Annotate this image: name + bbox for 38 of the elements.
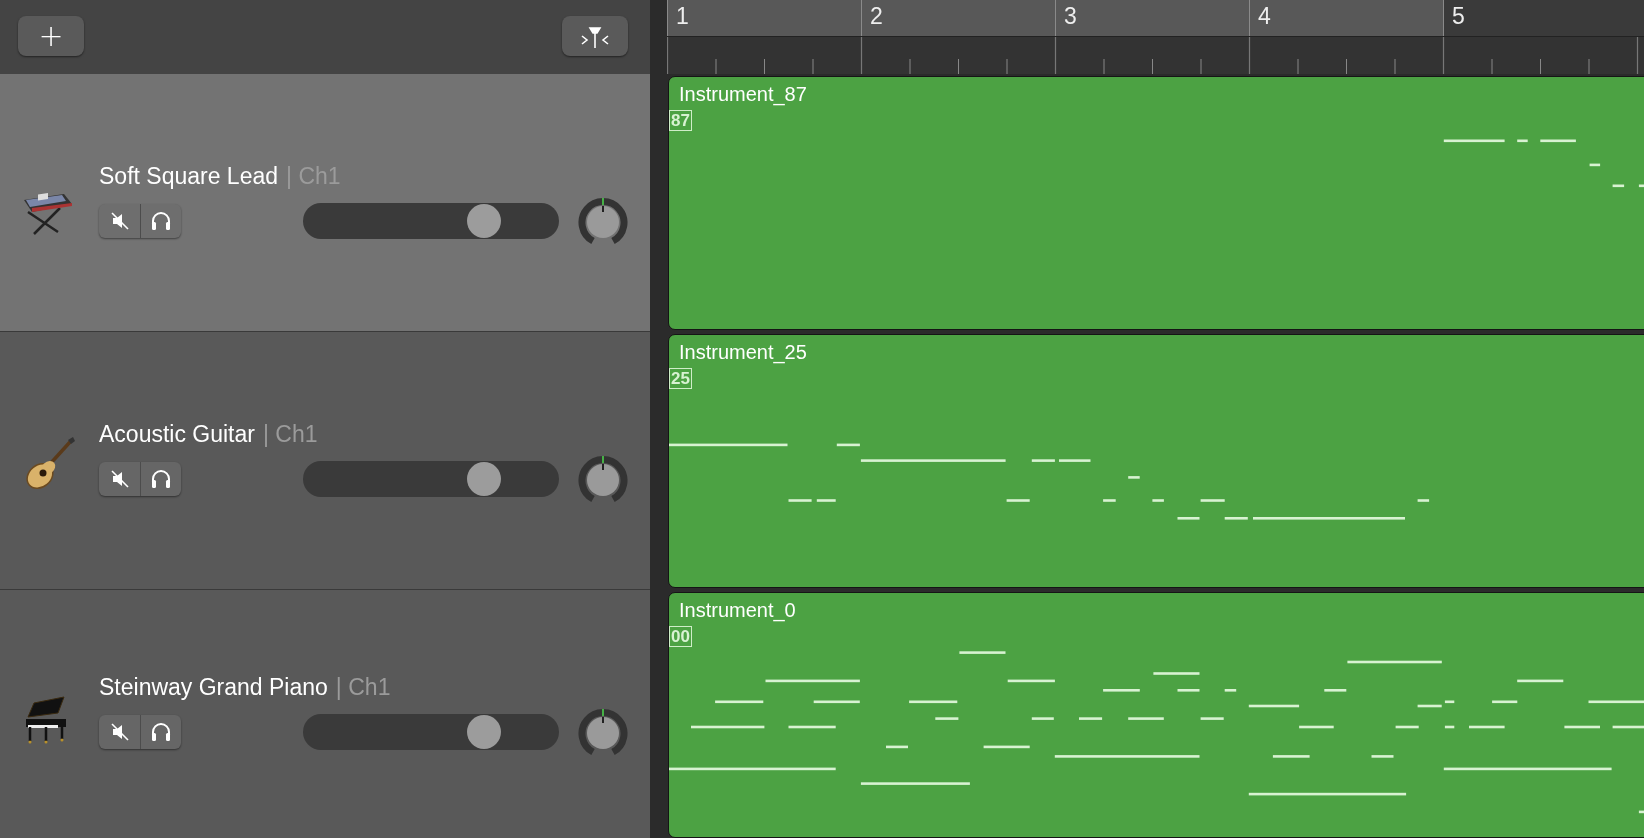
track-name: Soft Square Lead [99,162,279,190]
headphones-icon [150,722,172,742]
track-header[interactable]: Acoustic Guitar | Ch1 [0,332,650,590]
channel-label: | Ch1 [335,674,391,701]
track-header[interactable]: Steinway Grand Piano | Ch1 [0,590,650,838]
pan-knob[interactable] [578,453,628,504]
bar-number: 3 [1055,0,1249,36]
mute-icon [109,468,130,489]
region-number: 00 [669,626,692,647]
slider-thumb[interactable] [467,715,502,749]
bar-number: 5 [1443,0,1637,36]
pan-knob[interactable] [578,707,628,757]
volume-slider[interactable] [303,714,559,750]
headphones-icon [150,468,172,489]
add-track-button[interactable]: + [18,16,84,56]
volume-slider[interactable] [303,460,559,497]
region-name: Instrument_0 [678,598,796,622]
slider-thumb[interactable] [467,461,502,496]
slider-thumb[interactable] [467,203,502,238]
midi-region[interactable]: Instrument_87 87 [668,76,1644,330]
headphones-icon [150,210,172,231]
region-number: 87 [669,110,692,131]
region-name: Instrument_25 [678,340,807,364]
region-name: Instrument_87 [678,82,807,106]
track-name: Acoustic Guitar [99,420,255,448]
mute-icon [109,210,130,231]
bar-number: 2 [861,0,1055,36]
bar-number: 1 [667,0,861,36]
volume-slider[interactable] [303,202,559,239]
track-name: Steinway Grand Piano [99,674,328,701]
pan-knob[interactable] [578,195,628,246]
bar-number: 4 [1249,0,1443,36]
midi-region[interactable]: Instrument_25 25 [668,334,1644,588]
mute-icon [109,722,130,742]
playhead-button[interactable] [562,16,628,56]
channel-label: | Ch1 [262,420,318,448]
midi-region[interactable]: Instrument_0 00 [668,592,1644,838]
region-number: 25 [669,368,692,389]
